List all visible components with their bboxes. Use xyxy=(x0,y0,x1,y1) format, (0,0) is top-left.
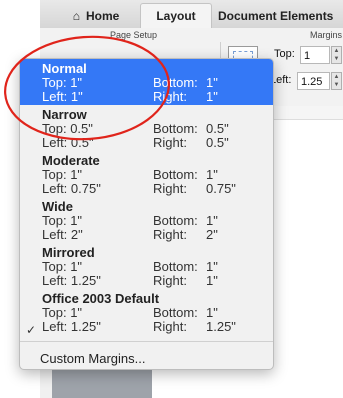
tab-layout-label: Layout xyxy=(156,9,196,23)
preset-bottom-value: 1" xyxy=(206,75,218,90)
preset-left-label: Left: xyxy=(42,319,68,334)
preset-right-value: 0.75" xyxy=(206,181,236,196)
margin-preset-wide[interactable]: Wide Top: 1" Bottom: 1" Left: 2" Right: … xyxy=(20,197,273,243)
preset-top-label: Top: xyxy=(42,121,67,136)
preset-name: Normal xyxy=(42,61,87,76)
preset-top-value: 1" xyxy=(70,259,83,274)
left-margin-stepper[interactable]: ▲ ▼ xyxy=(331,72,342,90)
preset-top-label: Top: xyxy=(42,167,67,182)
ribbon-tab-bar: ⌂ Home Layout Document Elements xyxy=(40,0,343,29)
tab-home-label: Home xyxy=(85,9,120,23)
preset-row-top-bottom: Top: 0.5" Bottom: 0.5" xyxy=(42,122,273,136)
preset-right-value: 1" xyxy=(206,89,218,104)
preset-row-left-right: Left: 1.25" Right: 1" xyxy=(42,274,273,288)
preset-left-label: Left: xyxy=(42,135,68,150)
preset-row-left-right: Left: 0.75" Right: 0.75" xyxy=(42,182,273,196)
top-margin-label: Top: xyxy=(274,48,295,60)
preset-row-left-right: Left: 0.5" Right: 0.5" xyxy=(42,136,273,150)
preset-row-top-bottom: Top: 1" Bottom: 1" xyxy=(42,76,273,90)
preset-name: Wide xyxy=(42,199,73,214)
house-icon: ⌂ xyxy=(72,9,80,23)
preset-right-label: Right: xyxy=(153,181,187,196)
preset-bottom-value: 1" xyxy=(206,305,218,320)
preset-top-value: 0.5" xyxy=(70,121,93,136)
left-margin-field[interactable]: 1.25 xyxy=(297,72,330,90)
preset-name: Office 2003 Default xyxy=(42,291,160,306)
preset-name: Moderate xyxy=(42,153,100,168)
preset-right-label: Right: xyxy=(153,273,187,288)
top-margin-field[interactable]: 1 xyxy=(300,46,330,64)
preset-left-value: 1.25" xyxy=(70,273,101,288)
preset-top-value: 1" xyxy=(70,75,83,90)
checkmark-icon: ✓ xyxy=(26,323,37,337)
preset-left-value: 2" xyxy=(70,227,83,242)
custom-margins-menu-item[interactable]: Custom Margins... xyxy=(20,342,273,369)
preset-top-value: 1" xyxy=(70,167,83,182)
preset-bottom-label: Bottom: xyxy=(153,305,198,320)
margins-dropdown-menu: Normal Top: 1" Bottom: 1" Left: 1" Right… xyxy=(19,58,274,370)
preset-top-value: 1" xyxy=(70,213,83,228)
margin-preset-narrow[interactable]: Narrow Top: 0.5" Bottom: 0.5" Left: 0.5"… xyxy=(20,105,273,151)
margins-group-label: Margins xyxy=(310,30,343,40)
preset-left-label: Left: xyxy=(42,273,68,288)
preset-right-label: Right: xyxy=(153,135,187,150)
top-margin-stepper[interactable]: ▲ ▼ xyxy=(331,46,342,64)
preset-right-label: Right: xyxy=(153,89,187,104)
preset-top-label: Top: xyxy=(42,259,67,274)
margin-preset-office-2003-default[interactable]: ✓ Office 2003 Default Top: 1" Bottom: 1"… xyxy=(20,289,273,337)
page-setup-group-label: Page Setup xyxy=(110,30,158,40)
preset-bottom-label: Bottom: xyxy=(153,75,198,90)
preset-row-top-bottom: Top: 1" Bottom: 1" xyxy=(42,306,273,320)
preset-row-top-bottom: Top: 1" Bottom: 1" xyxy=(42,260,273,274)
preset-name: Narrow xyxy=(42,107,87,122)
preset-left-value: 1" xyxy=(70,89,83,104)
preset-row-top-bottom: Top: 1" Bottom: 1" xyxy=(42,214,273,228)
preset-right-value: 1.25" xyxy=(206,319,236,334)
preset-row-left-right: Left: 1" Right: 1" xyxy=(42,90,273,104)
preset-bottom-label: Bottom: xyxy=(153,167,198,182)
preset-right-value: 1" xyxy=(206,273,218,288)
margin-preset-moderate[interactable]: Moderate Top: 1" Bottom: 1" Left: 0.75" … xyxy=(20,151,273,197)
preset-right-label: Right: xyxy=(153,227,187,242)
margin-preset-mirrored[interactable]: Mirrored Top: 1" Bottom: 1" Left: 1.25" … xyxy=(20,243,273,289)
preset-bottom-label: Bottom: xyxy=(153,121,198,136)
preset-row-top-bottom: Top: 1" Bottom: 1" xyxy=(42,168,273,182)
preset-left-label: Left: xyxy=(42,227,68,242)
preset-top-value: 1" xyxy=(70,305,83,320)
preset-bottom-value: 1" xyxy=(206,213,218,228)
tab-document-elements[interactable]: Document Elements xyxy=(218,4,343,28)
preset-left-value: 0.5" xyxy=(70,135,94,150)
preset-bottom-label: Bottom: xyxy=(153,259,198,274)
preset-row-left-right: Left: 1.25" Right: 1.25" xyxy=(42,320,273,334)
preset-name: Mirrored xyxy=(42,245,95,260)
preset-left-value: 1.25" xyxy=(70,319,101,334)
preset-top-label: Top: xyxy=(42,305,67,320)
preset-bottom-label: Bottom: xyxy=(153,213,198,228)
preset-left-value: 0.75" xyxy=(70,181,101,196)
preset-row-left-right: Left: 2" Right: 2" xyxy=(42,228,273,242)
preset-right-label: Right: xyxy=(153,319,187,334)
preset-left-label: Left: xyxy=(42,89,68,104)
tab-home[interactable]: ⌂ Home xyxy=(56,4,136,28)
tab-document-elements-label: Document Elements xyxy=(218,9,334,23)
preset-bottom-value: 0.5" xyxy=(206,121,229,136)
preset-left-label: Left: xyxy=(42,181,68,196)
preset-top-label: Top: xyxy=(42,75,67,90)
margin-preset-normal[interactable]: Normal Top: 1" Bottom: 1" Left: 1" Right… xyxy=(20,59,273,105)
preset-right-value: 0.5" xyxy=(206,135,229,150)
preset-bottom-value: 1" xyxy=(206,167,218,182)
preset-top-label: Top: xyxy=(42,213,67,228)
tab-layout[interactable]: Layout xyxy=(140,3,212,28)
preset-right-value: 2" xyxy=(206,227,218,242)
preset-bottom-value: 1" xyxy=(206,259,218,274)
